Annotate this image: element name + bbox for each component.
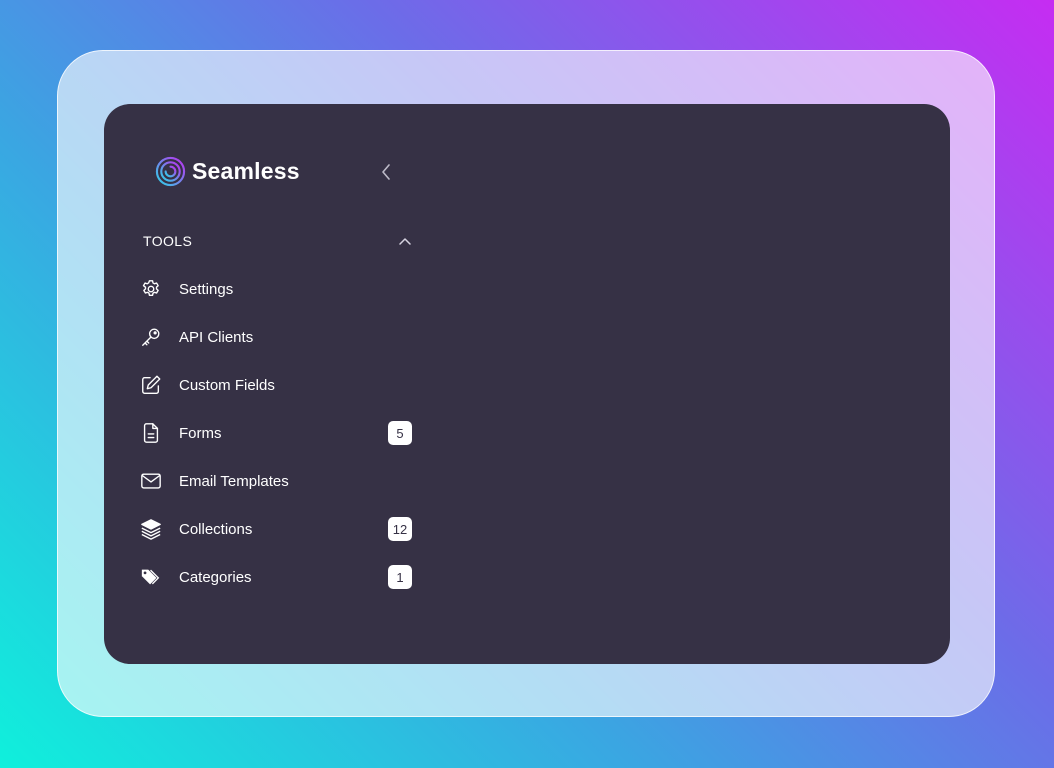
sidebar-item-api-clients[interactable]: API Clients bbox=[138, 313, 412, 361]
sidebar-item-label: Email Templates bbox=[179, 472, 289, 490]
brand-name: Seamless bbox=[192, 157, 300, 184]
edit-icon bbox=[139, 373, 163, 397]
sidebar-item-label: Settings bbox=[179, 280, 234, 298]
nav-list: Settings API Clients Custom Fields Forms… bbox=[138, 265, 412, 601]
document-icon bbox=[139, 421, 163, 445]
chevron-up-icon bbox=[399, 238, 411, 245]
tags-icon bbox=[139, 565, 163, 589]
count-badge: 5 bbox=[388, 421, 412, 445]
collapse-sidebar-button[interactable] bbox=[378, 162, 394, 182]
count-badge: 12 bbox=[388, 517, 412, 541]
tools-section-header[interactable]: TOOLS bbox=[143, 230, 411, 252]
sidebar-item-label: Categories bbox=[179, 568, 252, 586]
sidebar-item-settings[interactable]: Settings bbox=[138, 265, 412, 313]
count-badge: 1 bbox=[388, 565, 412, 589]
chevron-left-icon bbox=[382, 164, 390, 180]
sidebar-item-custom-fields[interactable]: Custom Fields bbox=[138, 361, 412, 409]
sidebar-item-label: Forms bbox=[179, 424, 222, 442]
sidebar-item-forms[interactable]: Forms 5 bbox=[138, 409, 412, 457]
sidebar-item-categories[interactable]: Categories 1 bbox=[138, 553, 412, 601]
key-icon bbox=[139, 325, 163, 349]
layers-icon bbox=[139, 517, 163, 541]
sidebar-item-label: Custom Fields bbox=[179, 376, 275, 394]
sidebar-item-label: Collections bbox=[179, 520, 253, 538]
seamless-logo-icon bbox=[155, 156, 186, 186]
section-title: TOOLS bbox=[143, 233, 193, 249]
mail-icon bbox=[139, 469, 163, 493]
sidebar-item-email-templates[interactable]: Email Templates bbox=[138, 457, 412, 505]
sidebar-item-label: API Clients bbox=[179, 328, 254, 346]
sidebar-item-collections[interactable]: Collections 12 bbox=[138, 505, 412, 553]
gear-icon bbox=[139, 277, 163, 301]
brand-logo[interactable]: Seamless bbox=[155, 154, 300, 188]
sidebar-panel: Seamless TOOLS Settings API Clients Cust… bbox=[104, 104, 950, 664]
